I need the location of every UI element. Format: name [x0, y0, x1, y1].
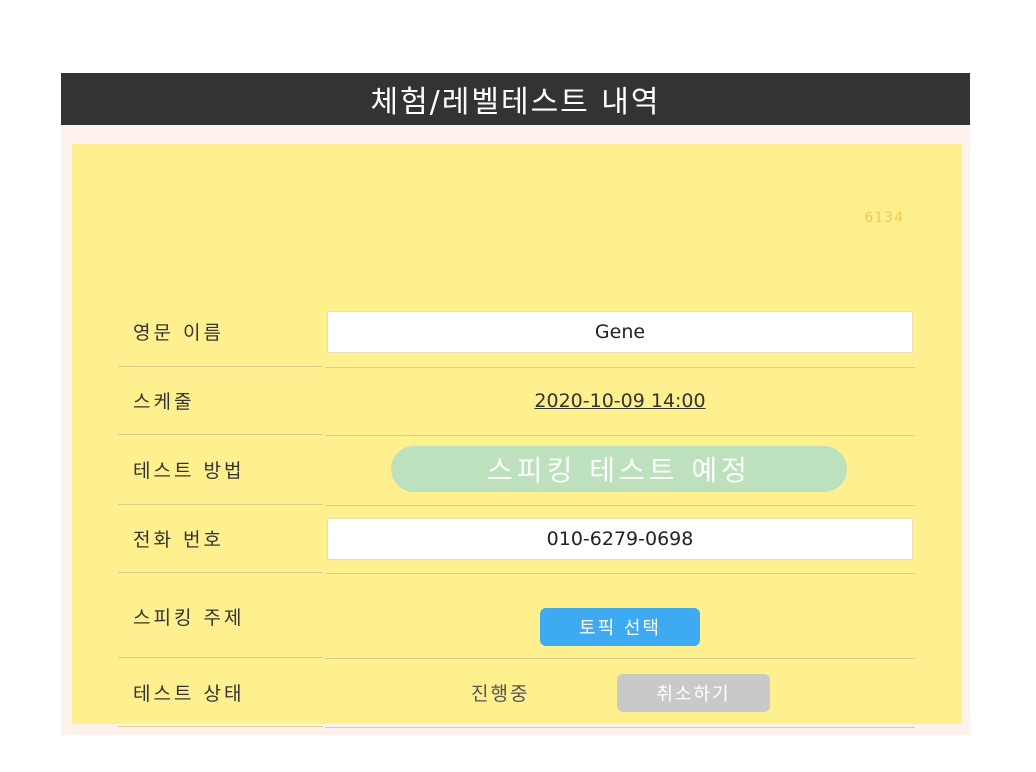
- row-test-status: 테스트 상태 진행중 취소하기: [118, 658, 915, 728]
- test-detail-card: 6134 영문 이름 Gene 스케줄 2020-10-09 14:00 테스트…: [72, 144, 962, 728]
- select-topic-button[interactable]: 토픽 선택: [540, 608, 700, 646]
- test-status-value: 진행중: [471, 683, 530, 705]
- page-title: 체험/레벨테스트 내역: [370, 85, 661, 120]
- test-code: 6134: [864, 210, 904, 226]
- row-schedule: 스케줄 2020-10-09 14:00: [118, 367, 915, 436]
- phone-label: 전화 번호: [118, 505, 323, 573]
- schedule-label: 스케줄: [118, 367, 323, 435]
- row-english-name: 영문 이름 Gene: [118, 297, 915, 368]
- schedule-datetime-link[interactable]: 2020-10-09 14:00: [325, 367, 915, 435]
- speaking-topic-label: 스피킹 주제: [118, 573, 323, 658]
- test-status-label: 테스트 상태: [118, 658, 323, 727]
- row-phone: 전화 번호 010-6279-0698: [118, 505, 915, 574]
- row-test-method: 테스트 방법 스피킹 테스트 예정: [118, 435, 915, 506]
- english-name-label: 영문 이름: [118, 297, 323, 367]
- row-speaking-topic: 스피킹 주제 토픽 선택: [118, 573, 915, 659]
- test-history-panel: 체험/레벨테스트 내역 6134 영문 이름 Gene 스케줄 2020-10-…: [61, 73, 970, 735]
- cancel-button[interactable]: 취소하기: [617, 674, 770, 712]
- test-method-label: 테스트 방법: [118, 435, 323, 505]
- english-name-field[interactable]: Gene: [327, 311, 913, 353]
- page-title-bar: 체험/레벨테스트 내역: [61, 73, 970, 125]
- test-method-badge: 스피킹 테스트 예정: [391, 446, 847, 492]
- phone-field[interactable]: 010-6279-0698: [327, 518, 913, 560]
